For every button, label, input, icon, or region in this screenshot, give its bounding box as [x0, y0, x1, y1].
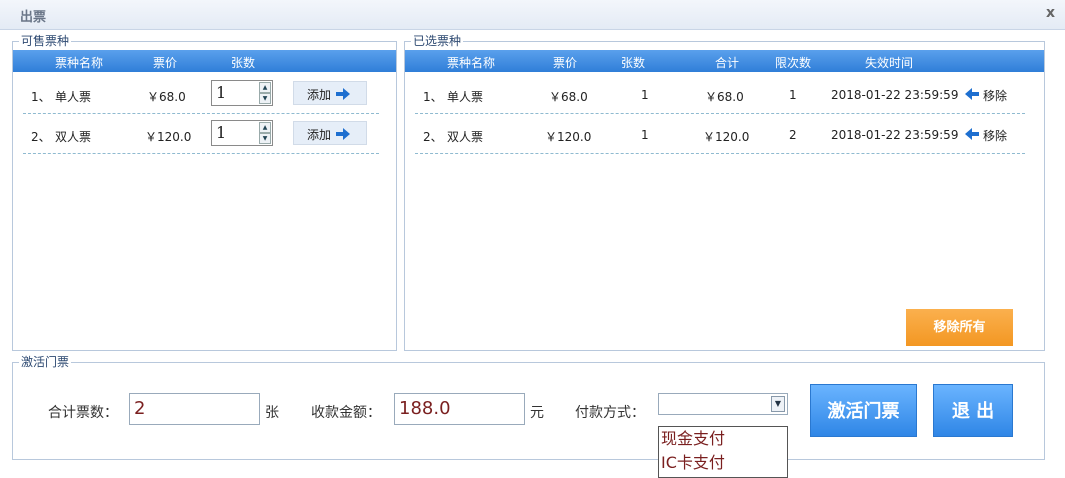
- chevron-down-icon[interactable]: ▼: [771, 396, 785, 412]
- total-count-unit: 张: [265, 405, 279, 421]
- ticket-name: 双人票: [447, 130, 484, 144]
- ticket-price: ￥68.0: [147, 90, 186, 104]
- col-limit: 限次数: [775, 56, 812, 70]
- col-name: 票种名称: [447, 56, 496, 70]
- add-button[interactable]: 添加: [293, 121, 367, 145]
- ticket-price: ￥120.0: [145, 130, 192, 144]
- payment-option-ic-card[interactable]: IC卡支付: [659, 451, 787, 475]
- remove-button[interactable]: 移除: [965, 127, 1015, 143]
- selected-tickets-panel: 已选票种 票种名称 票价 张数 合计 限次数 失效时间 1、 单人票 ￥68.0…: [404, 34, 1045, 351]
- payment-method-select[interactable]: ▼: [658, 393, 788, 415]
- amount-label: 收款金额：: [311, 405, 381, 421]
- window-title: 出票: [20, 10, 47, 25]
- remove-all-button[interactable]: 移除所有: [906, 309, 1013, 346]
- chevron-up-icon[interactable]: ▲: [259, 82, 271, 93]
- chevron-down-icon[interactable]: ▼: [259, 93, 271, 104]
- col-count: 张数: [231, 56, 256, 70]
- quantity-stepper[interactable]: 1 ▲ ▼: [211, 120, 273, 146]
- payment-options-list: 现金支付 IC卡支付: [658, 426, 788, 478]
- col-name: 票种名称: [55, 56, 104, 70]
- selected-header: 票种名称 票价 张数 合计 限次数 失效时间: [405, 50, 1044, 72]
- title-bar: 出票 x: [0, 0, 1065, 30]
- col-price: 票价: [553, 56, 578, 70]
- activate-legend: 激活门票: [19, 355, 72, 369]
- ticket-expire: 2018-01-22 23:59:59: [831, 128, 959, 142]
- ticket-name: 单人票: [447, 90, 484, 104]
- amount-unit: 元: [530, 405, 544, 421]
- ticket-expire: 2018-01-22 23:59:59: [831, 88, 959, 102]
- payment-label: 付款方式：: [575, 405, 645, 421]
- table-row: 1、 单人票 ￥68.0 1 ￥68.0 1 2018-01-22 23:59:…: [415, 74, 1025, 114]
- col-total: 合计: [715, 56, 740, 70]
- ticket-total: ￥68.0: [705, 90, 744, 104]
- close-icon[interactable]: x: [1046, 5, 1055, 21]
- amount-field[interactable]: 188.0: [394, 393, 525, 425]
- ticket-total: ￥120.0: [703, 130, 750, 144]
- chevron-down-icon[interactable]: ▼: [259, 133, 271, 144]
- available-legend: 可售票种: [19, 34, 72, 48]
- activate-ticket-button[interactable]: 激活门票: [810, 384, 917, 437]
- payment-option-cash[interactable]: 现金支付: [659, 427, 787, 451]
- arrow-left-icon: [965, 88, 979, 100]
- arrow-right-icon: [336, 88, 350, 100]
- col-count: 张数: [621, 56, 646, 70]
- total-count-field[interactable]: 2: [129, 393, 260, 425]
- quantity-stepper[interactable]: 1 ▲ ▼: [211, 80, 273, 106]
- total-count-label: 合计票数：: [48, 405, 118, 421]
- chevron-up-icon[interactable]: ▲: [259, 122, 271, 133]
- ticket-count: 1: [641, 128, 649, 142]
- available-header: 票种名称 票价 张数: [13, 50, 396, 72]
- ticket-name: 双人票: [55, 130, 92, 144]
- available-tickets-panel: 可售票种 票种名称 票价 张数 1、 单人票 ￥68.0 1 ▲ ▼ 添加 2、…: [12, 34, 397, 351]
- table-row: 2、 双人票 ￥120.0 1 ￥120.0 2 2018-01-22 23:5…: [415, 114, 1025, 154]
- selected-legend: 已选票种: [411, 34, 464, 48]
- arrow-left-icon: [965, 128, 979, 140]
- ticket-price: ￥120.0: [545, 130, 592, 144]
- ticket-name: 单人票: [55, 90, 92, 104]
- ticket-price: ￥68.0: [549, 90, 588, 104]
- remove-button[interactable]: 移除: [965, 87, 1015, 103]
- exit-button[interactable]: 退 出: [933, 384, 1013, 437]
- col-expire: 失效时间: [865, 56, 914, 70]
- ticket-limit: 2: [789, 128, 797, 142]
- ticket-count: 1: [641, 88, 649, 102]
- col-price: 票价: [153, 56, 178, 70]
- arrow-right-icon: [336, 128, 350, 140]
- add-button[interactable]: 添加: [293, 81, 367, 105]
- ticket-limit: 1: [789, 88, 797, 102]
